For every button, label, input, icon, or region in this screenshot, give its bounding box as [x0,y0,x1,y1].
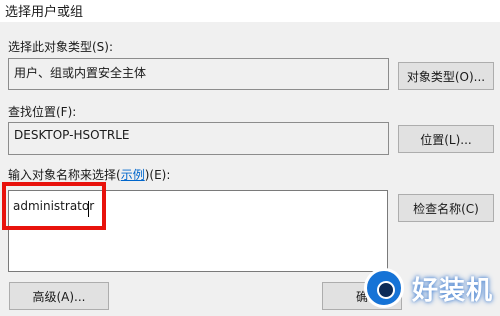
object-type-label: 选择此对象类型(S): [8,40,114,54]
object-names-label-prefix: 输入对象名称来选择( [8,168,121,182]
location-value: DESKTOP-HSOTRLE [14,128,130,142]
location-label: 查找位置(F): [8,105,77,119]
locations-button[interactable]: 位置(L)... [398,125,494,153]
location-field: DESKTOP-HSOTRLE [8,122,389,155]
watermark-logo-icon [364,268,404,308]
object-type-field: 用户、组或内置安全主体 [8,58,389,90]
title-bar: 选择用户或组 [0,0,500,22]
object-names-label: 输入对象名称来选择(示例)(E): [8,166,170,183]
examples-link[interactable]: 示例 [121,168,145,182]
window-title: 选择用户或组 [5,5,84,20]
advanced-button[interactable]: 高级(A)... [9,282,109,310]
object-names-label-suffix: )(E): [144,168,171,182]
object-type-value: 用户、组或内置安全主体 [14,66,147,80]
check-names-button[interactable]: 检查名称(C) [398,194,494,222]
watermark-text: 好装机 [412,276,494,306]
highlight-box [2,182,106,230]
watermark: 好装机 [360,256,500,316]
object-types-button[interactable]: 对象类型(O)... [398,62,494,90]
